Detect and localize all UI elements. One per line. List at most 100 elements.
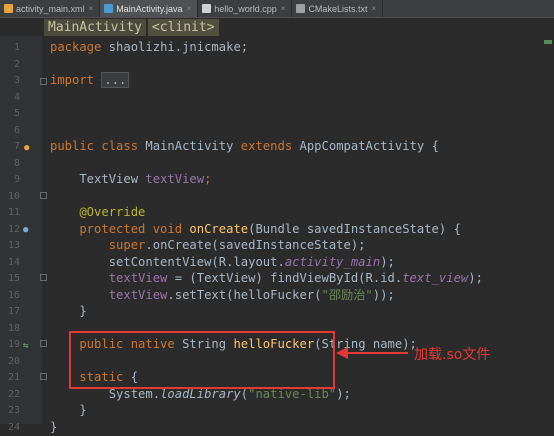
code-text: ); xyxy=(336,387,351,401)
code-line: package shaolizhi.jnicmake; xyxy=(50,39,248,56)
highlight-box xyxy=(69,331,335,389)
breadcrumb: MainActivity <clinit> xyxy=(44,18,221,36)
class-name: MainActivity xyxy=(138,139,241,153)
java-class-icon xyxy=(104,4,113,13)
cmake-file-icon xyxy=(296,4,305,13)
code-text: ); xyxy=(380,255,395,269)
field-name: textView xyxy=(50,288,167,302)
line-number: 7 xyxy=(0,139,20,156)
tab-label: MainActivity.java xyxy=(116,4,182,14)
line-number: 21 xyxy=(0,370,20,387)
line-number: 22 xyxy=(0,387,20,404)
method-name: onCreate xyxy=(189,222,248,236)
code-text: .onCreate(savedInstanceState); xyxy=(145,238,365,252)
tab-main-activity-java[interactable]: MainActivity.java × xyxy=(100,0,198,17)
close-icon[interactable]: × xyxy=(371,4,376,13)
line-number: 3 xyxy=(0,73,20,90)
fold-toggle-icon[interactable] xyxy=(40,340,47,347)
line-number: 20 xyxy=(0,354,20,371)
code-text: )); xyxy=(373,288,395,302)
line-number: 5 xyxy=(0,106,20,123)
line-number: 23 xyxy=(0,403,20,420)
keyword: import xyxy=(50,73,94,87)
field-name: text_view xyxy=(402,271,468,285)
code-line: @Override xyxy=(50,204,145,221)
code-text: } xyxy=(50,420,57,434)
code-line: } xyxy=(50,419,57,436)
tab-cmakelists[interactable]: CMakeLists.txt × xyxy=(292,0,383,17)
code-line: protected void onCreate(Bundle savedInst… xyxy=(50,221,461,238)
close-icon[interactable]: × xyxy=(187,4,192,13)
field-name: textView xyxy=(50,271,167,285)
close-icon[interactable]: × xyxy=(281,4,286,13)
line-number: 6 xyxy=(0,123,20,140)
code-line: setContentView(R.layout.activity_main); xyxy=(50,254,395,271)
line-number: 17 xyxy=(0,304,20,321)
line-number: 2 xyxy=(0,57,20,74)
line-number: 12 xyxy=(0,222,20,239)
line-number: 13 xyxy=(0,238,20,255)
line-number-gutter: 1 2 3 4 5 6 7 8 9 10 11 12 13 14 15 16 1… xyxy=(0,36,42,424)
line-number: 10 xyxy=(0,189,20,206)
code-line: import ... xyxy=(50,72,129,89)
cpp-file-icon xyxy=(202,4,211,13)
no-errors-marker[interactable] xyxy=(544,40,552,44)
tab-label: CMakeLists.txt xyxy=(308,4,367,14)
breadcrumb-class[interactable]: MainActivity xyxy=(44,19,146,36)
tab-label: activity_main.xml xyxy=(16,4,85,14)
run-class-icon[interactable]: ● xyxy=(24,142,29,154)
line-number: 1 xyxy=(0,40,20,57)
keyword: protected void xyxy=(50,222,189,236)
keyword: package xyxy=(50,40,101,54)
code-text: = (TextView) findViewById(R.id. xyxy=(167,271,402,285)
line-number: 11 xyxy=(0,205,20,222)
code-text: } xyxy=(50,403,87,417)
code-line: } xyxy=(50,402,87,419)
code-text: setContentView(R.layout. xyxy=(50,255,285,269)
annotation-note: 加载.so文件 xyxy=(414,344,490,364)
folded-imports[interactable]: ... xyxy=(101,72,129,88)
breadcrumb-method[interactable]: <clinit> xyxy=(148,19,219,36)
line-number: 18 xyxy=(0,321,20,338)
fold-toggle-icon[interactable] xyxy=(40,192,47,199)
code-line: TextView textView; xyxy=(50,171,211,188)
code-text: .setText(helloFucker( xyxy=(167,288,321,302)
line-number: 19 xyxy=(0,337,20,354)
close-icon[interactable]: × xyxy=(89,4,94,13)
code-text: ); xyxy=(468,271,483,285)
keyword: extends xyxy=(241,139,292,153)
field-name: textView xyxy=(145,172,204,186)
code-text: (Bundle savedInstanceState) { xyxy=(248,222,461,236)
code-line: textView.setText(helloFucker("邵励治")); xyxy=(50,287,395,304)
native-link-icon[interactable]: ⇆ xyxy=(23,340,28,352)
keyword: public class xyxy=(50,139,138,153)
code-text: AppCompatActivity { xyxy=(292,139,439,153)
xml-file-icon xyxy=(4,4,13,13)
code-text: ; xyxy=(204,172,211,186)
line-number: 16 xyxy=(0,288,20,305)
keyword: super xyxy=(50,238,145,252)
code-line: public class MainActivity extends AppCom… xyxy=(50,138,439,155)
field-name: activity_main xyxy=(285,255,380,269)
line-number: 9 xyxy=(0,172,20,189)
override-method-icon[interactable]: ● xyxy=(23,224,28,236)
line-number: 24 xyxy=(0,420,20,436)
editor-tab-bar: activity_main.xml × MainActivity.java × … xyxy=(0,0,554,18)
code-text: } xyxy=(50,304,87,318)
annotation: @Override xyxy=(50,205,145,219)
code-text: shaolizhi.jnicmake; xyxy=(101,40,248,54)
tab-label: hello_world.cpp xyxy=(214,4,277,14)
line-number: 4 xyxy=(0,90,20,107)
code-line: super.onCreate(savedInstanceState); xyxy=(50,237,366,254)
tab-hello-world-cpp[interactable]: hello_world.cpp × xyxy=(198,0,292,17)
code-line: textView = (TextView) findViewById(R.id.… xyxy=(50,270,483,287)
tab-activity-main-xml[interactable]: activity_main.xml × xyxy=(0,0,100,17)
arrow-icon xyxy=(336,346,408,360)
fold-toggle-icon[interactable] xyxy=(40,373,47,380)
type-name: TextView xyxy=(50,172,145,186)
line-number: 15 xyxy=(0,271,20,288)
fold-toggle-icon[interactable] xyxy=(40,78,47,85)
code-line: } xyxy=(50,303,87,320)
fold-toggle-icon[interactable] xyxy=(40,274,47,281)
string-literal: "邵励治" xyxy=(322,288,373,302)
